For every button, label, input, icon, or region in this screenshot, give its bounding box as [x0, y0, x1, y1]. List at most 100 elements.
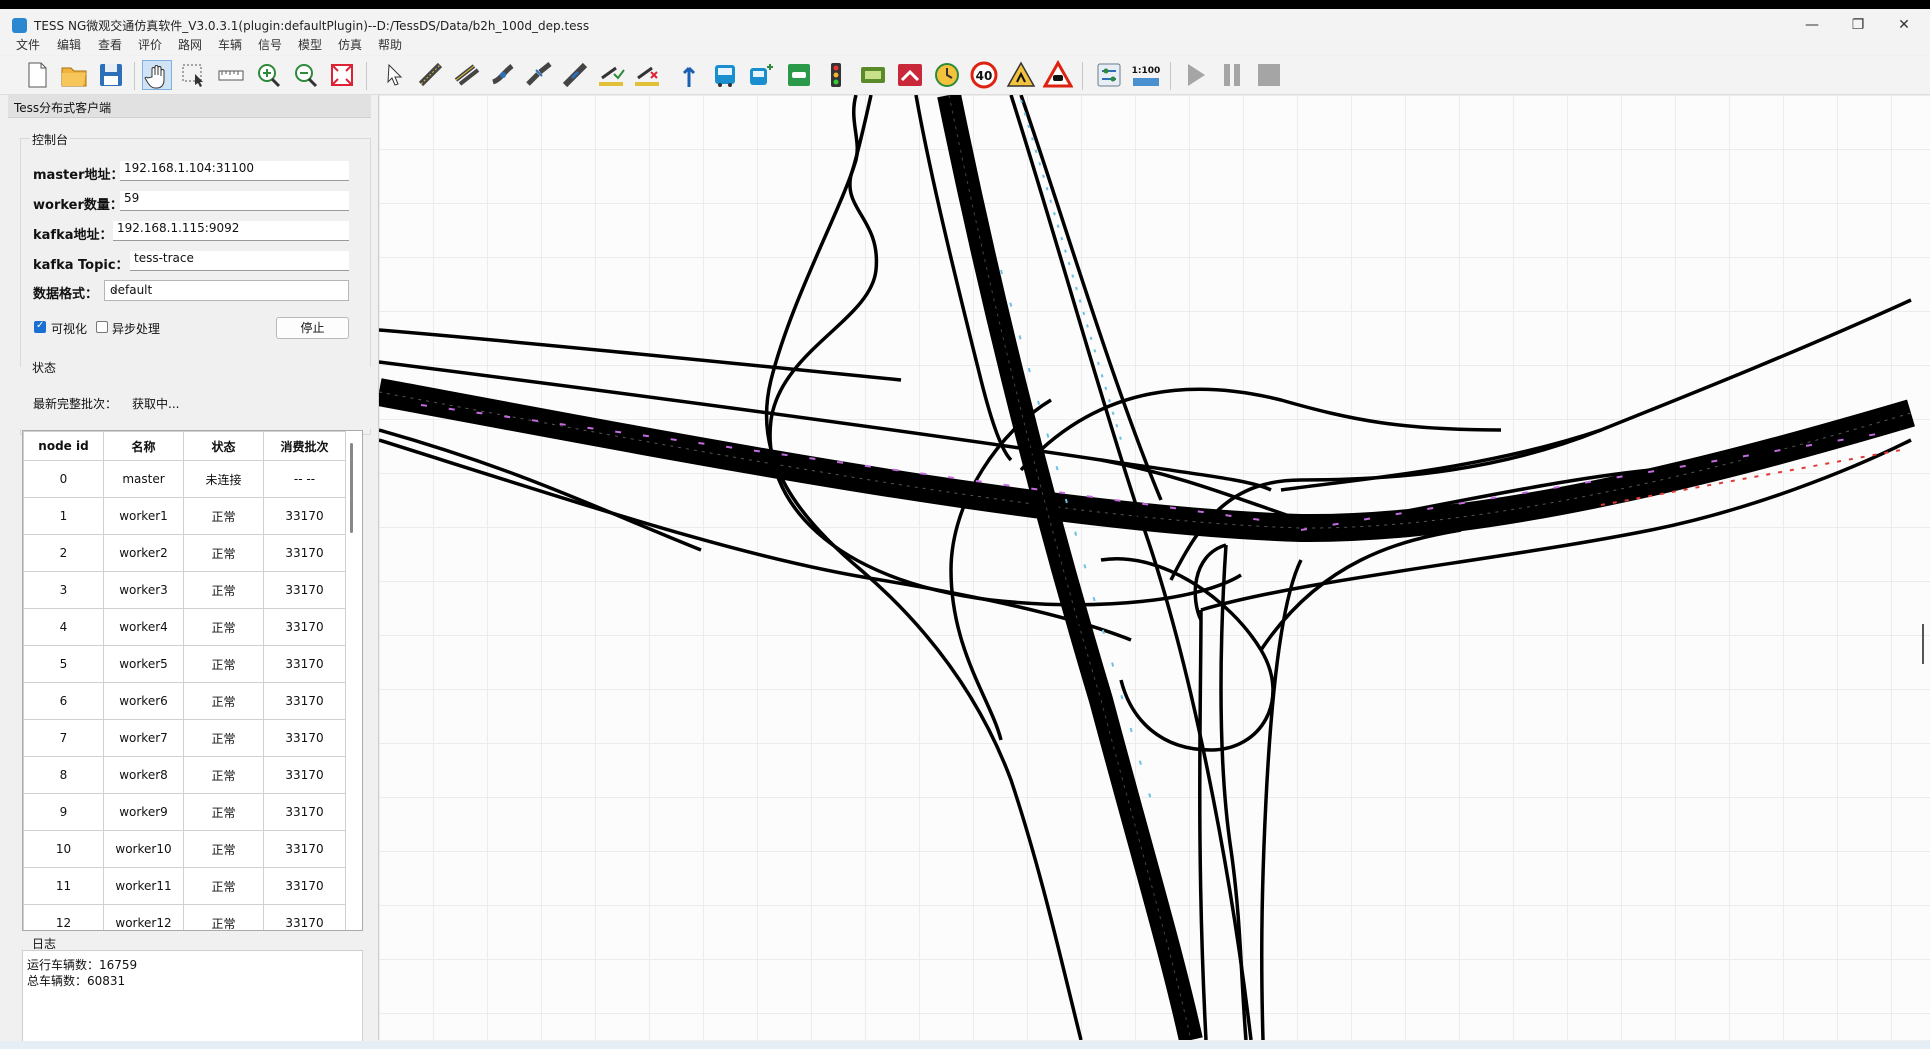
edit-link-icon[interactable]	[488, 60, 518, 90]
table-row[interactable]: 6 worker6 正常 33170	[23, 682, 346, 720]
table-cell: worker3	[103, 571, 184, 609]
stop-button[interactable]: 停止	[276, 317, 349, 339]
stop-icon[interactable]	[1254, 60, 1284, 90]
route-decision-icon[interactable]	[674, 60, 704, 90]
select-region-icon[interactable]	[179, 60, 209, 90]
table-row[interactable]: 10 worker10 正常 33170	[23, 830, 346, 868]
table-cell: worker10	[103, 830, 184, 868]
pan-hand-icon[interactable]	[142, 60, 172, 90]
scale-text: 1:100	[1132, 66, 1161, 76]
visualize-checkbox[interactable]	[34, 320, 46, 333]
column-header[interactable]: 消费批次	[263, 431, 346, 461]
node-table-grid: node id 名称 状态 消费批次 0 master 未连接 -- -- 1 worke…	[23, 431, 346, 930]
menu-file[interactable]: 文件	[16, 36, 40, 53]
menu-vehicle[interactable]: 车辆	[218, 36, 242, 53]
table-cell: worker5	[103, 645, 184, 683]
network-canvas[interactable]	[378, 95, 1930, 1040]
table-cell: 正常	[183, 534, 264, 572]
chevron-down-icon: ⌄	[110, 281, 121, 295]
traffic-signal-icon[interactable]	[821, 60, 851, 90]
lane-marking-icon[interactable]	[596, 60, 626, 90]
table-row[interactable]: 0 master 未连接 -- --	[23, 460, 346, 498]
remove-marking-icon[interactable]	[632, 60, 662, 90]
canvas-scrollbar[interactable]	[1922, 624, 1924, 664]
data-format-select[interactable]: default ⌄	[104, 280, 349, 301]
menu-network[interactable]: 路网	[178, 36, 202, 53]
table-cell: 4	[23, 608, 104, 646]
master-address-input[interactable]: 192.168.1.104:31100	[120, 161, 349, 181]
screen-top-bar	[0, 0, 1930, 9]
fit-view-icon[interactable]	[327, 60, 357, 90]
open-folder-icon[interactable]	[59, 60, 89, 90]
menu-view[interactable]: 查看	[98, 36, 122, 53]
table-cell: 正常	[183, 904, 264, 930]
detector-icon[interactable]	[858, 60, 888, 90]
new-file-icon[interactable]	[22, 60, 52, 90]
table-row[interactable]: 5 worker5 正常 33170	[23, 645, 346, 683]
parking-icon[interactable]	[784, 60, 814, 90]
worker-count-input[interactable]: 59	[120, 191, 349, 211]
window-title: TESS NG微观交通仿真软件_V3.0.3.1(plugin:defaultP…	[34, 19, 590, 33]
bus-stop-icon[interactable]	[746, 60, 776, 90]
draw-link-icon[interactable]	[416, 60, 446, 90]
menu-edit[interactable]: 编辑	[57, 36, 81, 53]
roadwork-icon[interactable]	[1006, 60, 1036, 90]
settings-panel-icon[interactable]	[1094, 60, 1124, 90]
speed-limit-text: 40	[976, 69, 993, 83]
panel-header: Tess分布式客户端	[8, 95, 371, 118]
menu-model[interactable]: 模型	[298, 36, 322, 53]
data-format-label: 数据格式：	[33, 287, 99, 302]
menu-simulation[interactable]: 仿真	[338, 36, 362, 53]
log-area[interactable]: 运行车辆数：16759 总车辆数：60831	[22, 950, 363, 1047]
table-row[interactable]: 1 worker1 正常 33170	[23, 497, 346, 535]
table-cell: 正常	[183, 867, 264, 905]
pause-icon[interactable]	[1217, 60, 1247, 90]
table-cell: 正常	[183, 497, 264, 535]
table-header-row: node id 名称 状态 消费批次	[23, 431, 346, 461]
kafka-topic-input[interactable]: tess-trace	[130, 251, 349, 271]
table-cell: 33170	[263, 571, 346, 609]
speed-limit-icon[interactable]: 40	[969, 60, 999, 90]
node-table: node id 名称 状态 消费批次 0 master 未连接 -- -- 1 worke…	[22, 430, 363, 931]
play-icon[interactable]	[1180, 60, 1210, 90]
column-header[interactable]: 状态	[183, 431, 264, 461]
menu-signal[interactable]: 信号	[258, 36, 282, 53]
zoom-in-icon[interactable]	[253, 60, 283, 90]
bus-line-icon[interactable]	[710, 60, 740, 90]
menu-evaluate[interactable]: 评价	[138, 36, 162, 53]
column-header[interactable]: node id	[23, 431, 104, 461]
pointer-icon[interactable]	[380, 60, 410, 90]
travel-time-icon[interactable]	[932, 60, 962, 90]
save-icon[interactable]	[96, 60, 126, 90]
link-break-icon[interactable]	[560, 60, 590, 90]
table-cell: worker4	[103, 608, 184, 646]
table-row[interactable]: 3 worker3 正常 33170	[23, 571, 346, 609]
table-cell: 33170	[263, 793, 346, 831]
scale-icon[interactable]: 1:100	[1131, 60, 1161, 90]
table-cell: 33170	[263, 756, 346, 794]
async-checkbox[interactable]	[96, 321, 108, 333]
split-link-icon[interactable]	[524, 60, 554, 90]
table-row[interactable]: 12 worker12 正常 33170	[23, 904, 346, 930]
accident-icon[interactable]	[1042, 59, 1074, 90]
visualize-label: 可视化	[51, 322, 88, 336]
table-scrollbar[interactable]	[350, 443, 353, 533]
menu-help[interactable]: 帮助	[378, 36, 402, 53]
vehicle-input-icon[interactable]	[895, 60, 925, 90]
table-cell: 0	[23, 460, 104, 498]
column-header[interactable]: 名称	[103, 431, 184, 461]
highway-northsouth	[937, 95, 1203, 1040]
table-cell: 12	[23, 904, 104, 930]
table-row[interactable]: 11 worker11 正常 33170	[23, 867, 346, 905]
kafka-address-input[interactable]: 192.168.1.115:9092	[113, 221, 349, 241]
table-row[interactable]: 8 worker8 正常 33170	[23, 756, 346, 794]
table-row[interactable]: 2 worker2 正常 33170	[23, 534, 346, 572]
measure-ruler-icon[interactable]	[216, 60, 246, 90]
kafka-topic-label: kafka Topic：	[33, 258, 129, 273]
table-row[interactable]: 4 worker4 正常 33170	[23, 608, 346, 646]
zoom-out-icon[interactable]	[290, 60, 320, 90]
draw-connector-icon[interactable]	[452, 60, 482, 90]
table-row[interactable]: 7 worker7 正常 33170	[23, 719, 346, 757]
table-cell: 正常	[183, 682, 264, 720]
table-row[interactable]: 9 worker9 正常 33170	[23, 793, 346, 831]
